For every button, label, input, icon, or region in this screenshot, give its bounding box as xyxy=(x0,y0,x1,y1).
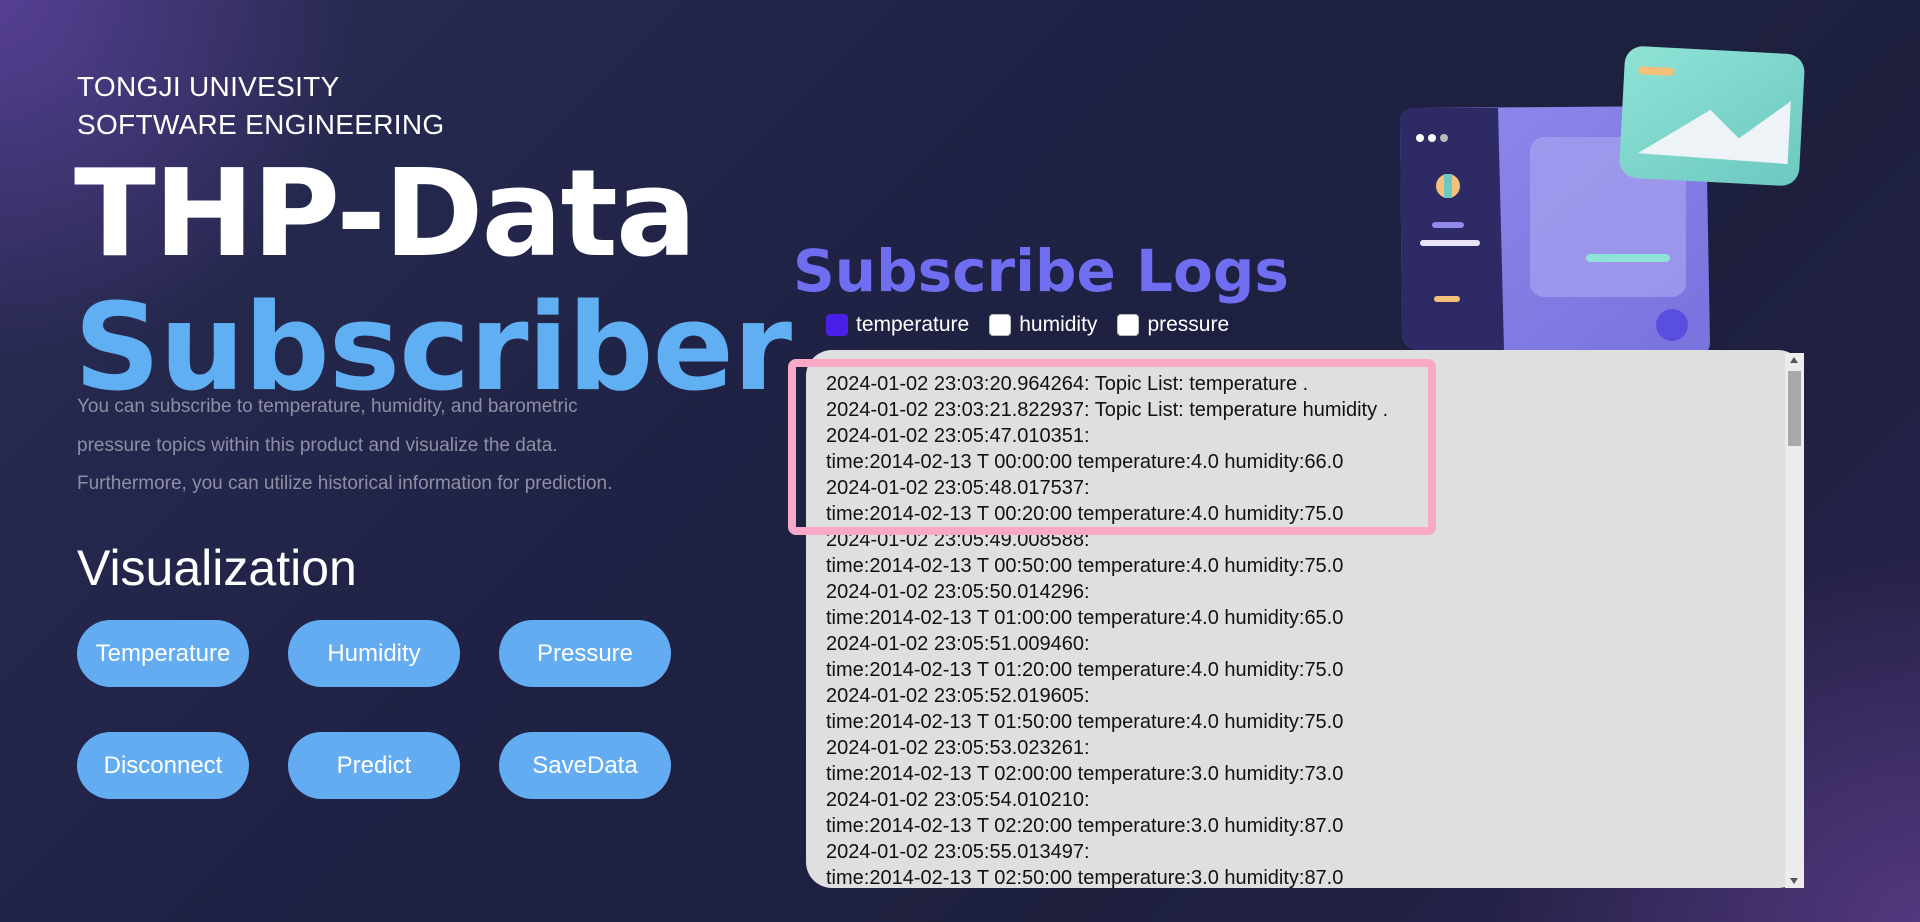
topic-label: pressure xyxy=(1147,313,1230,336)
topic-temperature-checkbox[interactable]: temperature xyxy=(826,313,969,337)
log-line: 2024-01-02 23:03:21.822937: Topic List: … xyxy=(826,399,1389,421)
department-name: SOFTWARE ENGINEERING xyxy=(77,109,445,140)
log-line: 2024-01-02 23:05:48.017537: xyxy=(826,477,1090,499)
scroll-thumb[interactable] xyxy=(1788,371,1801,446)
log-line: 2024-01-02 23:05:52.019605: xyxy=(826,685,1090,707)
log-line: 2024-01-02 23:05:53.023261: xyxy=(826,737,1090,759)
log-line: 2024-01-02 23:03:20.964264: Topic List: … xyxy=(826,373,1309,395)
scroll-up-arrow-icon[interactable] xyxy=(1790,357,1798,363)
log-line: time:2014-02-13 T 00:20:00 temperature:4… xyxy=(826,503,1344,525)
checkbox-checked-icon[interactable] xyxy=(826,314,848,336)
log-text: 2024-01-02 23:03:20.964264: Topic List: … xyxy=(826,371,1776,888)
topic-humidity-checkbox[interactable]: humidity xyxy=(989,313,1097,337)
temperature-button[interactable]: Temperature xyxy=(77,620,249,687)
log-line: time:2014-02-13 T 00:50:00 temperature:4… xyxy=(826,555,1344,577)
log-line: 2024-01-02 23:05:55.013497: xyxy=(826,841,1090,863)
checkbox-unchecked-icon[interactable] xyxy=(1117,314,1140,336)
university-heading: TONGJI UNIVESITY SOFTWARE ENGINEERING xyxy=(77,68,444,144)
university-name: TONGJI UNIVESITY xyxy=(77,71,340,102)
log-line: time:2014-02-13 T 01:50:00 temperature:4… xyxy=(826,711,1344,733)
topic-label: humidity xyxy=(1019,313,1098,336)
log-line: time:2014-02-13 T 01:00:00 temperature:4… xyxy=(826,607,1344,629)
log-scrollbar[interactable] xyxy=(1785,353,1804,888)
log-panel[interactable]: 2024-01-02 23:03:20.964264: Topic List: … xyxy=(806,350,1804,888)
subscribe-logs-title: Subscribe Logs xyxy=(793,237,1289,305)
topic-checkboxes: temperature humidity pressure xyxy=(826,313,1249,337)
log-line: time:2014-02-13 T 02:00:00 temperature:3… xyxy=(826,763,1344,785)
save-data-button[interactable]: SaveData xyxy=(499,732,671,799)
visualization-heading: Visualization xyxy=(77,540,357,596)
log-line: time:2014-02-13 T 02:50:00 temperature:3… xyxy=(826,867,1344,888)
predict-button[interactable]: Predict xyxy=(288,732,460,799)
log-line: 2024-01-02 23:05:51.009460: xyxy=(826,633,1090,655)
log-line: time:2014-02-13 T 01:20:00 temperature:4… xyxy=(826,659,1344,681)
log-line: 2024-01-02 23:05:54.010210: xyxy=(826,789,1090,811)
log-line: time:2014-02-13 T 02:20:00 temperature:3… xyxy=(826,815,1344,837)
pressure-button[interactable]: Pressure xyxy=(499,620,671,687)
log-line: time:2014-02-13 T 00:00:00 temperature:4… xyxy=(826,451,1344,473)
log-line: 2024-01-02 23:05:49.008588: xyxy=(826,529,1090,551)
app-description: You can subscribe to temperature, humidi… xyxy=(77,396,613,494)
scroll-down-arrow-icon[interactable] xyxy=(1790,878,1798,884)
topic-pressure-checkbox[interactable]: pressure xyxy=(1117,313,1229,337)
humidity-button[interactable]: Humidity xyxy=(288,620,460,687)
topic-label: temperature xyxy=(856,313,970,336)
log-line: 2024-01-02 23:05:50.014296: xyxy=(826,581,1090,603)
app-title: THP-Data xyxy=(74,145,697,284)
disconnect-button[interactable]: Disconnect xyxy=(77,732,249,799)
checkbox-unchecked-icon[interactable] xyxy=(989,314,1012,336)
log-line: 2024-01-02 23:05:47.010351: xyxy=(826,425,1090,447)
